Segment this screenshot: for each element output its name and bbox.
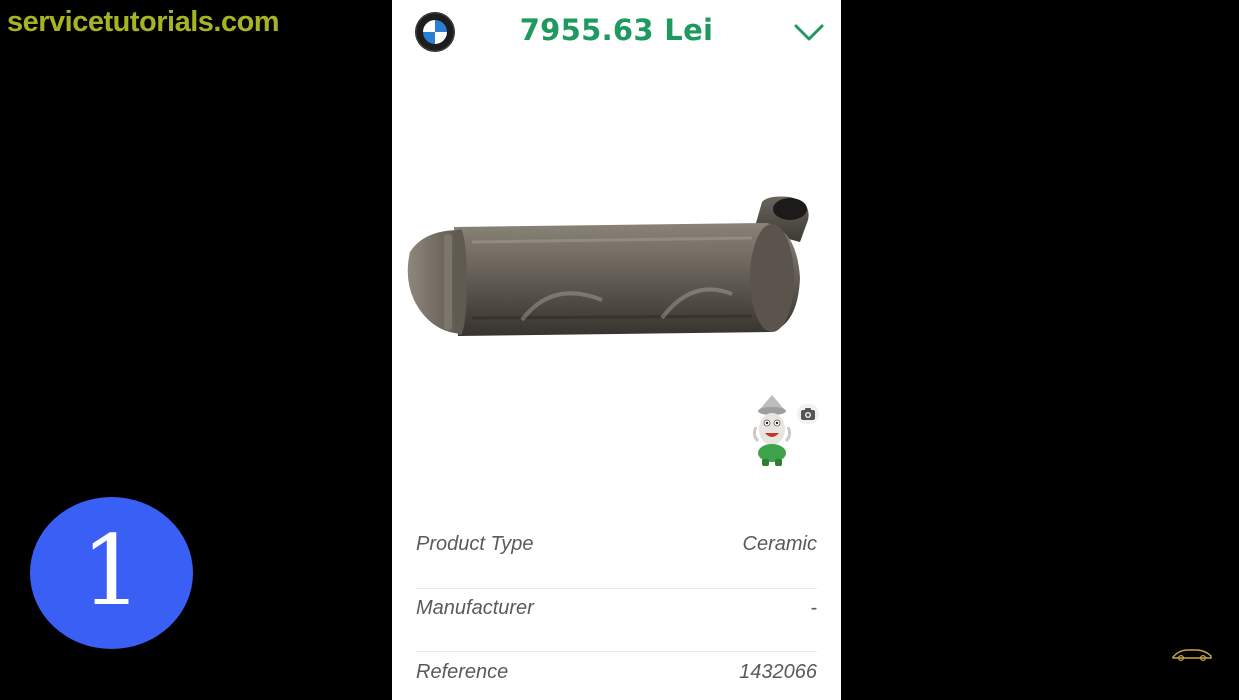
camera-icon[interactable] (796, 404, 820, 424)
spec-value: Ceramic (742, 533, 817, 555)
product-specs: Product Type Ceramic Manufacturer - Refe… (416, 531, 817, 699)
catalytic-converter-photo (407, 196, 809, 336)
step-number: 1 (80, 515, 143, 627)
chevron-down-icon[interactable] (792, 18, 826, 46)
spec-label: Manufacturer (416, 597, 534, 619)
spec-label: Reference (416, 661, 509, 683)
spec-row-manufacturer: Manufacturer - (416, 589, 817, 652)
product-header: 7955.63 Lei (392, 0, 841, 64)
spec-value: - (810, 597, 817, 619)
product-price: 7955.63 Lei (519, 13, 714, 47)
spec-row-reference: Reference 1432066 (416, 652, 817, 699)
phone-screen: 7955.63 Lei Product Type Ceramic Manufac… (392, 0, 841, 700)
spec-label: Product Type (416, 533, 534, 555)
car-logo-icon (1172, 649, 1212, 662)
watermark-text: servicetutorials.com (7, 6, 280, 38)
spec-row-product-type: Product Type Ceramic (416, 531, 817, 589)
video-frame: servicetutorials.com 1 7955.63 Lei Produ… (0, 0, 1239, 700)
step-number-badge: 1 (30, 497, 193, 649)
mascot-figure (752, 395, 792, 466)
spec-value: 1432066 (739, 661, 817, 683)
